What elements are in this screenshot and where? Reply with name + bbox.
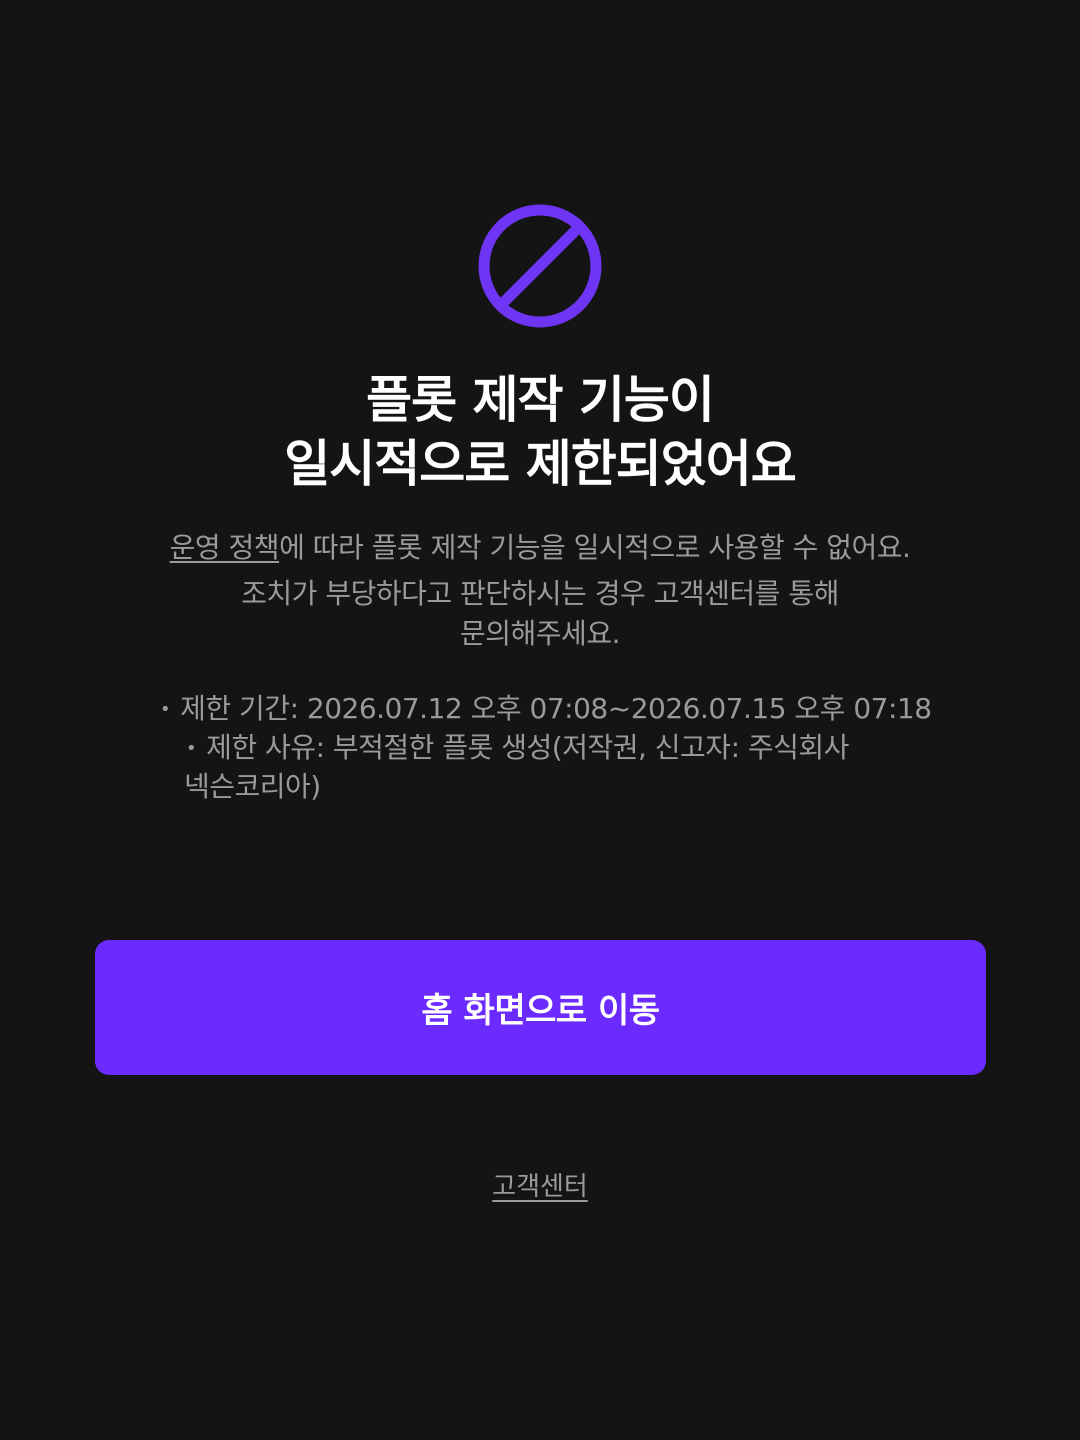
restriction-reason-text: 제한 사유: 부적절한 플롯 생성(저작권, 신고자: 주식회사 [206, 731, 849, 764]
description-line-3: 문의해주세요. [460, 617, 620, 650]
restriction-reason: • 제한 사유: 부적절한 플롯 생성(저작권, 신고자: 주식회사 [150, 729, 950, 768]
description-line-1-text: 에 따라 플롯 제작 기능을 일시적으로 사용할 수 없어요. [279, 531, 911, 564]
description-line-2: 조치가 부당하다고 판단하시는 경우 고객센터를 통해 [241, 577, 839, 610]
title-line-2: 일시적으로 제한되었어요 [284, 435, 796, 493]
go-home-button[interactable]: 홈 화면으로 이동 [95, 940, 986, 1075]
bullet: • [186, 738, 197, 759]
operation-policy-link[interactable]: 운영 정책 [170, 531, 280, 564]
title-line-1: 플롯 제작 기능이 [366, 371, 715, 429]
description-line-1: 운영 정책에 따라 플롯 제작 기능을 일시적으로 사용할 수 없어요. [60, 528, 1020, 568]
customer-center-link[interactable]: 고객센터 [0, 1166, 1080, 1203]
restriction-details: • 제한 기간: 2026.07.12 오후 07:08~2026.07.15 오… [150, 690, 950, 806]
restriction-period-text: 제한 기간: 2026.07.12 오후 07:08~2026.07.15 오후… [180, 692, 932, 725]
prohibited-icon [478, 204, 602, 328]
page-title: 플롯 제작 기능이 일시적으로 제한되었어요 [0, 368, 1080, 496]
description: 운영 정책에 따라 플롯 제작 기능을 일시적으로 사용할 수 없어요. 조치가… [60, 528, 1020, 654]
bullet: • [160, 699, 171, 720]
restriction-period: • 제한 기간: 2026.07.12 오후 07:08~2026.07.15 오… [150, 690, 950, 729]
restriction-reason-continued: 넥슨코리아) [184, 770, 321, 803]
